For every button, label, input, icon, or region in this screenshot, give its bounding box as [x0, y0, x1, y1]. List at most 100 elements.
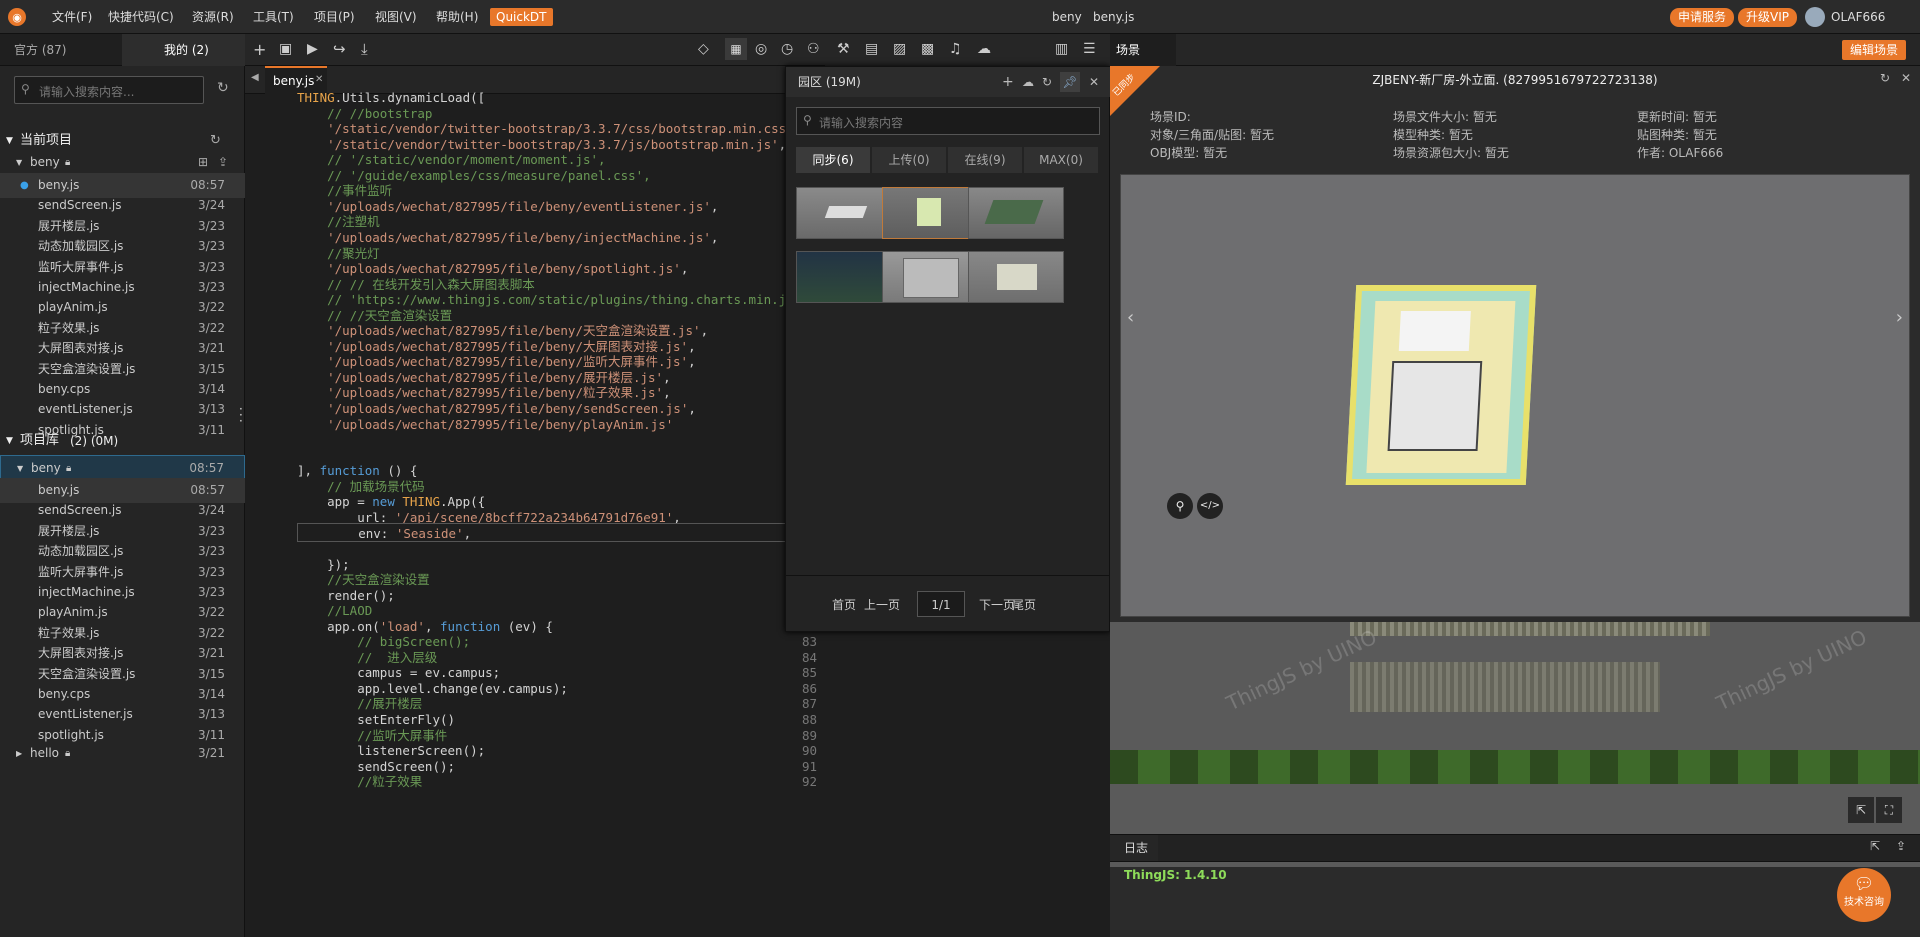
editor-toolbar: + ▣ ▶ ↪ ⤓ ◇ ▦ ◎ ◷ ⚇ [245, 34, 825, 66]
menu-resources[interactable]: 资源(R) [192, 0, 234, 34]
code-line[interactable]: '/uploads/wechat/827995/file/beny/playAn… [297, 415, 673, 434]
run-icon[interactable]: ▶ [307, 41, 318, 57]
tab-max[interactable]: MAX(0) [1024, 147, 1098, 173]
share-icon[interactable]: ↪ [333, 40, 346, 58]
refresh-icon[interactable]: ↻ [217, 80, 229, 96]
menu-project[interactable]: 项目(P) [314, 0, 355, 34]
close-icon[interactable]: ✕ [1089, 67, 1099, 97]
info-obj-model: OBJ模型: 暂无 [1150, 146, 1228, 160]
new-file-icon[interactable]: ⊞ [198, 150, 208, 175]
menu-help[interactable]: 帮助(H) [436, 0, 478, 34]
current-project-row[interactable]: ▼ beny 🔒︎ ⊞ ⇪ [0, 150, 245, 175]
note-icon[interactable]: ▥ [1055, 41, 1068, 57]
download-icon[interactable]: ⤓ [361, 40, 368, 58]
share-icon[interactable]: ⇪ [218, 150, 228, 175]
info-res-size: 场景资源包大小: 暂无 [1393, 146, 1509, 160]
tab-scene[interactable]: 场景 [1110, 34, 1176, 66]
scene-title: ZJBENY-新厂房-外立面. (8279951679722723138) [1372, 73, 1658, 87]
file-item[interactable]: spotlight.js 3/11 [0, 418, 245, 443]
campus-thumbnail[interactable]: 🔒︎ [796, 251, 892, 303]
scene-3d-view[interactable]: ThingJS by UINO ThingJS by UINO ⇱ ⛶ [1110, 622, 1920, 867]
cloud-icon[interactable]: ☁ [977, 41, 991, 57]
code-line[interactable]: env: 'Seaside', [297, 523, 825, 543]
hierarchy-icon[interactable]: ⚇ [807, 41, 820, 57]
close-icon[interactable]: ✕ [315, 74, 323, 85]
scene-panel: 场景 编辑场景 ZJBENY-新厂房-外立面. (827995167972272… [1110, 34, 1920, 937]
layout-icon[interactable]: ▤ [865, 41, 878, 57]
image-icon[interactable]: ▨ [893, 41, 906, 57]
campus-thumbnail[interactable] [968, 251, 1064, 303]
edit-scene-button[interactable]: 编辑场景 [1842, 40, 1907, 60]
tool-icon[interactable]: ⚒ [837, 41, 850, 57]
current-project-header[interactable]: ▼ 当前项目 ↻ [0, 130, 245, 152]
campus-thumbnail[interactable] [968, 187, 1064, 239]
file-name: spotlight.js [38, 727, 104, 742]
tab-sync[interactable]: 同步(6) [796, 147, 870, 173]
tab-official[interactable]: 官方 (87) [14, 34, 66, 66]
logo-icon[interactable]: ◉ [8, 8, 26, 26]
fullscreen-icon[interactable]: ⛶ [1876, 797, 1902, 823]
campus-thumbnail[interactable] [882, 187, 978, 239]
picture-icon[interactable]: ▩ [921, 41, 934, 57]
code-line[interactable]: //粒子效果 [297, 772, 422, 791]
settings-icon[interactable]: ☰ [1083, 41, 1096, 57]
sidebar-tabs: 官方 (87) 我的 (2) [0, 34, 245, 66]
sidebar: 官方 (87) 我的 (2) ⚲ 请输入搜索内容... ↻ ▼ 当前项目 ↻ ▼… [0, 34, 245, 937]
save-icon[interactable]: ▣ [279, 41, 292, 57]
sidebar-search-input[interactable]: ⚲ 请输入搜索内容... [14, 76, 204, 104]
line-gutter [245, 94, 297, 937]
upload-icon[interactable]: ☁ [1022, 67, 1034, 97]
next-page-button[interactable]: 下一页 [979, 596, 1015, 613]
apply-service-button[interactable]: 申请服务 [1670, 8, 1735, 27]
menu-tools[interactable]: 工具(T) [253, 0, 294, 34]
dock-icon[interactable]: ⇪ [1896, 839, 1906, 853]
popout-icon[interactable]: ⇱ [1870, 839, 1880, 853]
search-placeholder: 请输入搜索内容... [39, 85, 135, 99]
tab-online[interactable]: 在线(9) [948, 147, 1022, 173]
search-placeholder: 请输入搜索内容 [819, 116, 904, 130]
tab-upload[interactable]: 上传(0) [872, 147, 946, 173]
close-icon[interactable]: ✕ [1901, 71, 1911, 85]
username[interactable]: OLAF666 [1831, 0, 1885, 34]
popup-search-input[interactable]: ⚲ 请输入搜索内容 [796, 107, 1100, 135]
refresh-icon[interactable]: ↻ [1042, 67, 1052, 97]
campus-thumbnail[interactable] [882, 251, 978, 303]
refresh-icon[interactable]: ↻ [1880, 71, 1890, 85]
campus-icon[interactable]: ▦ [725, 38, 747, 60]
clock-icon[interactable]: ◷ [781, 41, 793, 57]
consult-button[interactable]: 💬︎ 技术咨询 [1837, 868, 1891, 922]
quickdt-button[interactable]: QuickDT [490, 8, 553, 26]
last-page-button[interactable]: 尾页 [1012, 596, 1036, 613]
next-icon[interactable]: › [1896, 307, 1903, 328]
avatar[interactable] [1805, 7, 1825, 27]
zoom-icon[interactable]: ⚲ [1167, 493, 1193, 519]
lock-icon: 🔒︎ [65, 157, 71, 168]
library-project-row[interactable]: ▼ beny 🔒︎ 08:57 [0, 455, 245, 480]
tab-scroll-left-icon[interactable]: ◀ [251, 72, 259, 83]
page-input[interactable]: 1/1 [917, 591, 965, 617]
scene-preview[interactable]: ‹ › ⚲ </> [1120, 174, 1910, 617]
pin-icon[interactable]: 📌︎ [1060, 72, 1080, 92]
menu-view[interactable]: 视图(V) [375, 0, 417, 34]
menu-quick-code[interactable]: 快捷代码(C) [108, 0, 174, 34]
first-page-button[interactable]: 首页 [832, 596, 856, 613]
popup-title: 园区 (19M) [798, 75, 861, 89]
add-icon[interactable]: + [1002, 67, 1014, 97]
info-author: 作者: OLAF666 [1637, 146, 1724, 160]
add-icon[interactable]: + [253, 40, 266, 59]
upgrade-vip-button[interactable]: 升级VIP [1738, 8, 1797, 27]
tab-log[interactable]: 日志 [1110, 835, 1158, 861]
refresh-icon[interactable]: ↻ [210, 130, 221, 152]
prev-icon[interactable]: ‹ [1127, 307, 1134, 328]
code-icon[interactable]: </> [1197, 493, 1223, 519]
menu-file[interactable]: 文件(F) [52, 0, 92, 34]
scene-header: 场景 编辑场景 [1110, 34, 1920, 66]
prev-page-button[interactable]: 上一页 [864, 596, 900, 613]
tab-mine[interactable]: 我的 (2) [122, 34, 245, 66]
cube-icon[interactable]: ◇ [698, 41, 709, 57]
campus-thumbnail[interactable] [796, 187, 892, 239]
music-icon[interactable]: ♫ [949, 41, 962, 57]
file-item[interactable]: spotlight.js 3/11 [0, 723, 245, 748]
globe-icon[interactable]: ◎ [755, 41, 767, 57]
popout-icon[interactable]: ⇱ [1848, 797, 1874, 823]
